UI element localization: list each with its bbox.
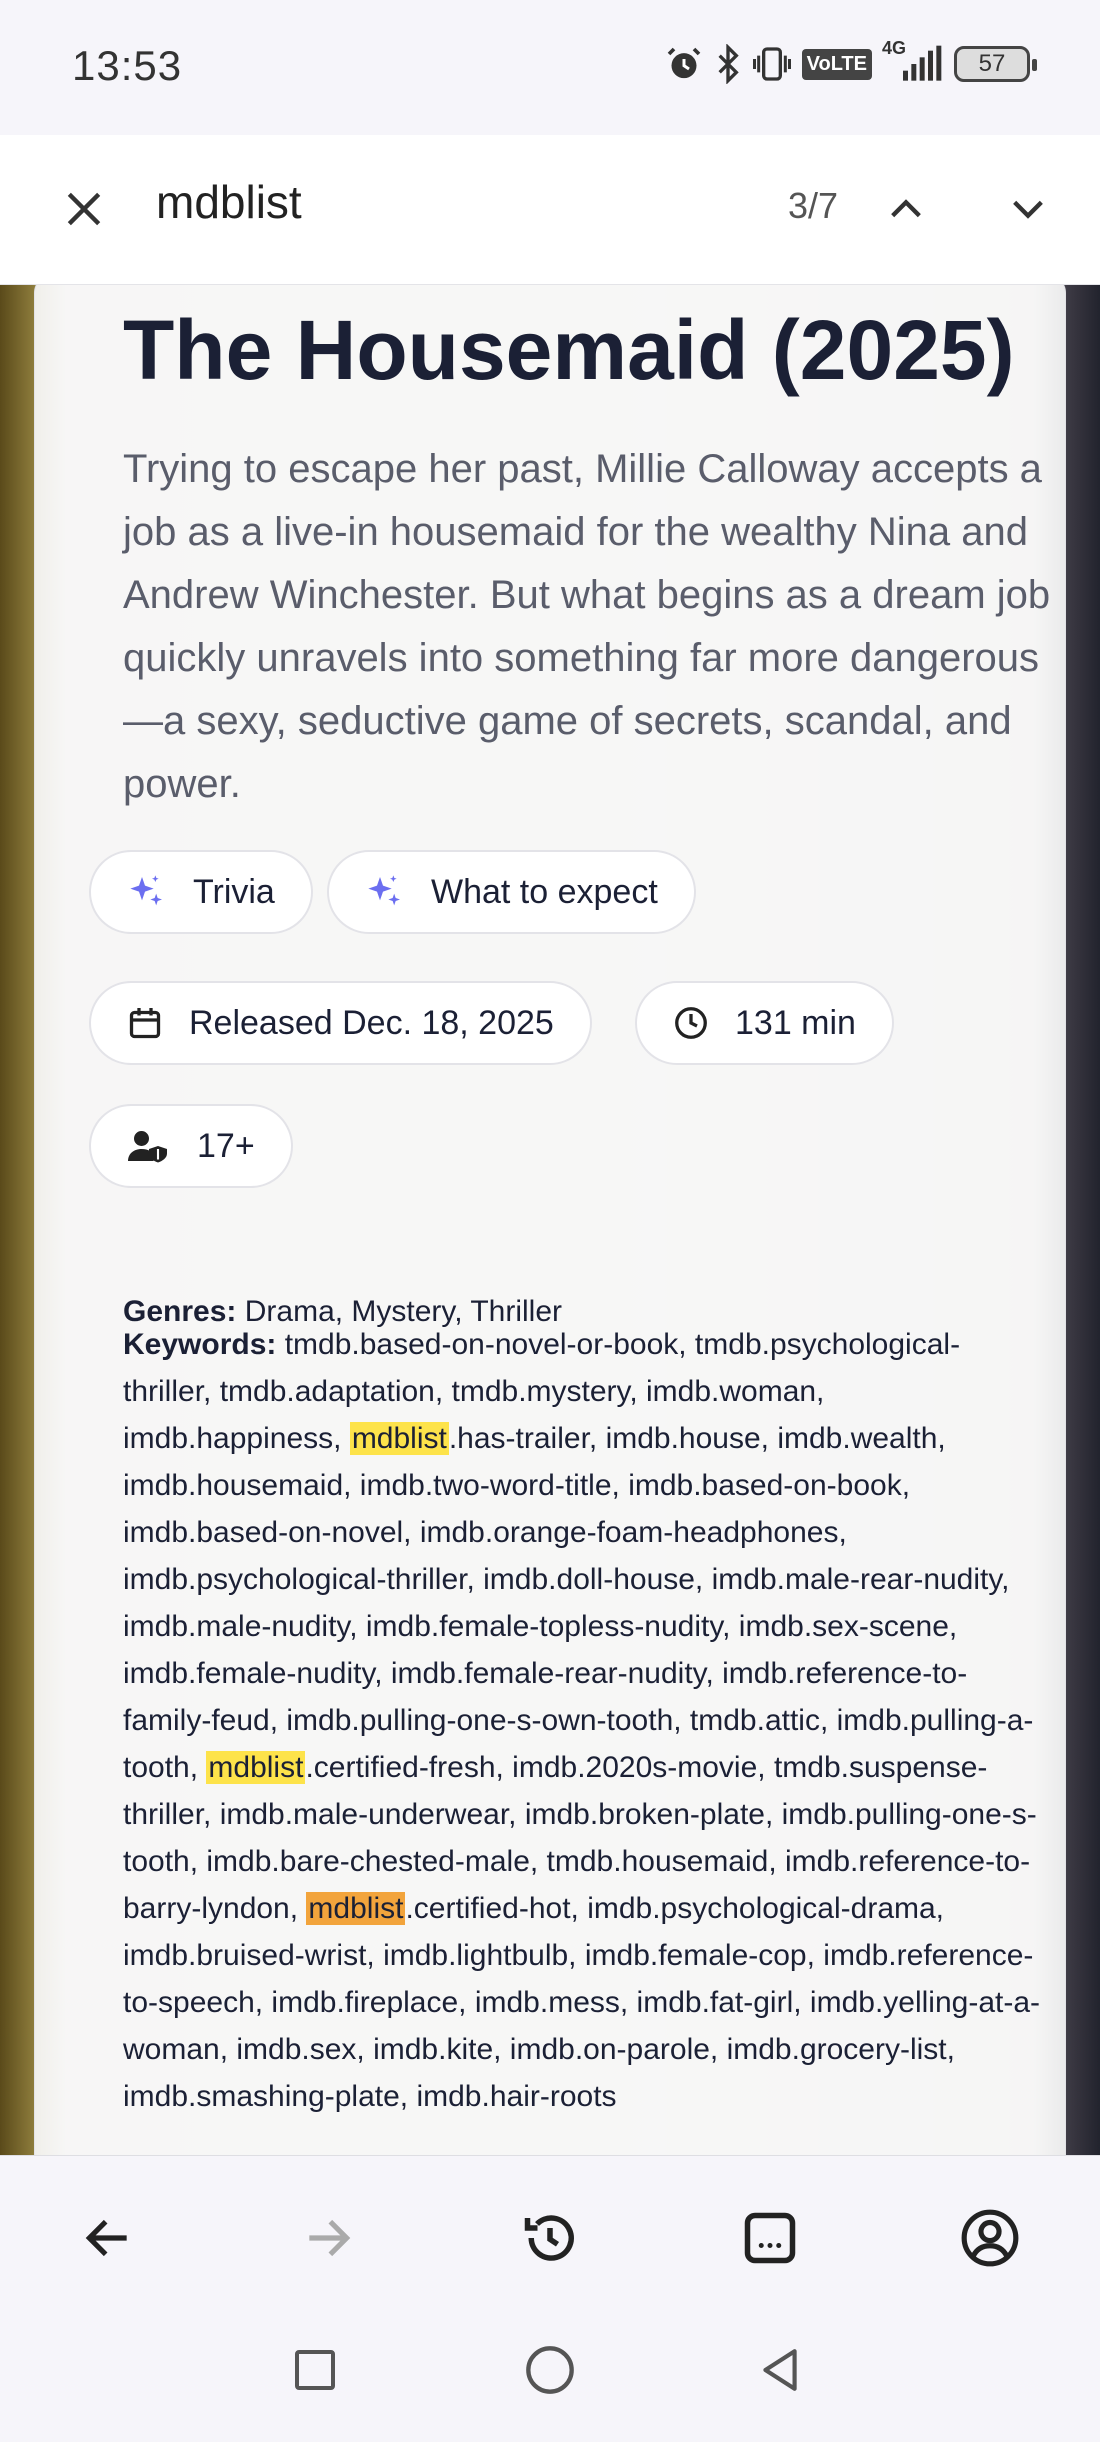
age-rating-badge: 17+ (89, 1104, 293, 1188)
network-type: 4G (882, 38, 907, 58)
tabs-button[interactable] (730, 2198, 810, 2278)
arrow-right-icon (309, 2219, 351, 2257)
bluetooth-icon (714, 44, 742, 84)
history-icon (524, 2215, 574, 2261)
sparkle-icon (130, 875, 162, 906)
chevron-up-icon (891, 199, 921, 218)
back-button[interactable] (68, 2198, 148, 2278)
previous-match-button[interactable] (874, 177, 938, 241)
status-time: 13:53 (72, 42, 183, 89)
find-match-count: 3/7 (788, 185, 839, 226)
release-date-badge: Released Dec. 18, 2025 (89, 981, 592, 1065)
chevron-down-icon (1013, 200, 1043, 219)
search-highlight: mdblist (349, 1422, 449, 1455)
keywords-label: Keywords: (123, 1328, 277, 1361)
account-icon (961, 2209, 1019, 2267)
signal-icon: 4G (882, 38, 944, 84)
close-find-button[interactable] (52, 177, 116, 241)
trivia-label: Trivia (193, 872, 275, 911)
age-rating-label: 17+ (197, 1126, 255, 1165)
home-button[interactable] (515, 2335, 585, 2405)
arrow-left-icon (85, 2219, 127, 2257)
system-navigation-bar (0, 2305, 1100, 2442)
vibrate-icon (752, 44, 792, 84)
search-highlight: mdblist (206, 1751, 306, 1784)
calendar-icon (129, 1008, 161, 1039)
keywords-text-2: .has-trailer, imdb.house, imdb.wealth, i… (123, 1422, 1034, 1784)
release-date-label: Released Dec. 18, 2025 (189, 1003, 554, 1042)
close-icon (67, 192, 101, 226)
runtime-label: 131 min (735, 1003, 856, 1042)
movie-overview: Trying to escape her past, Millie Callow… (123, 447, 1051, 806)
square-icon (295, 2350, 335, 2390)
keywords-text-4: .certified-hot, imdb.psychological-drama… (123, 1892, 1041, 2113)
runtime-badge: 131 min (635, 981, 894, 1065)
trivia-button[interactable]: Trivia (89, 850, 313, 934)
system-back-button[interactable] (745, 2335, 815, 2405)
keywords-block: Keywords: tmdb.based-on-novel-or-book, t… (123, 1321, 1043, 2120)
recents-button[interactable] (280, 2335, 350, 2405)
status-bar: 13:53 VoLTE 4G 57 (0, 0, 1100, 135)
web-page-content[interactable]: The Housemaid (2025) Trying to escape he… (0, 285, 1100, 2155)
movie-title: The Housemaid (2025) (123, 303, 1015, 397)
tabs-icon (744, 2212, 796, 2264)
clock-icon (675, 1007, 707, 1039)
sparkle-icon (368, 875, 400, 906)
browser-toolbar (0, 2155, 1100, 2305)
find-query-input[interactable]: mdblist (156, 175, 302, 229)
alarm-icon (664, 44, 704, 84)
battery-indicator: 57 (954, 46, 1037, 82)
status-icons: VoLTE 4G 57 (664, 38, 1037, 84)
volte-indicator: VoLTE (801, 48, 872, 80)
next-match-button[interactable] (996, 177, 1060, 241)
movie-details-card: The Housemaid (2025) Trying to escape he… (34, 285, 1066, 2155)
forward-button[interactable] (288, 2198, 368, 2278)
circle-icon (526, 2346, 574, 2394)
what-to-expect-button[interactable]: What to expect (327, 850, 696, 934)
history-button[interactable] (510, 2198, 590, 2278)
triangle-back-icon (763, 2349, 797, 2391)
find-in-page-bar: mdblist 3/7 (0, 135, 1100, 285)
search-highlight-active: mdblist (306, 1892, 406, 1925)
user-shield-icon (128, 1131, 167, 1163)
what-to-expect-label: What to expect (431, 872, 658, 911)
account-button[interactable] (950, 2198, 1030, 2278)
